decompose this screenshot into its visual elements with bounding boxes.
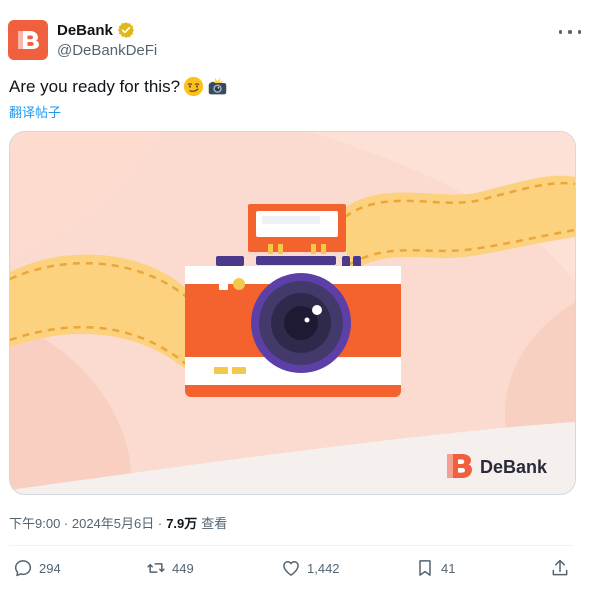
- tweet-media-image[interactable]: DeBank: [9, 131, 576, 495]
- divider: [9, 545, 574, 546]
- debank-brand-logo: [447, 454, 472, 478]
- views-count: 7.9万: [166, 516, 198, 531]
- author-handle[interactable]: @DeBankDeFi: [57, 42, 157, 59]
- more-icon[interactable]: [559, 24, 581, 40]
- share-icon: [552, 559, 568, 576]
- bookmark-icon: [419, 560, 431, 576]
- translate-post-link[interactable]: 翻译帖子: [9, 102, 61, 121]
- debank-brand-label: DeBank: [480, 457, 548, 477]
- retweet-icon: [147, 563, 165, 573]
- retweet-button[interactable]: 449: [146, 558, 194, 578]
- like-button[interactable]: 1,442: [281, 558, 340, 578]
- verified-badge-icon[interactable]: [117, 21, 135, 39]
- share-button[interactable]: [550, 558, 570, 578]
- camera-flash-emoji-icon: [208, 77, 227, 95]
- camera-illustration: [10, 132, 575, 494]
- smirk-emoji-icon: [183, 76, 204, 97]
- avatar[interactable]: [8, 20, 48, 60]
- reply-icon: [14, 560, 32, 577]
- tweet-text: Are you ready for this?: [9, 76, 228, 97]
- bookmark-count: 41: [441, 560, 456, 576]
- bookmark-button[interactable]: 41: [415, 558, 455, 578]
- author-name[interactable]: DeBank: [57, 22, 113, 39]
- tweet-meta: 下午9:00 · 2024年5月6日 · 7.9万 查看: [9, 513, 227, 532]
- tweet-text-body: Are you ready for this?: [9, 76, 181, 96]
- tweet: DeBank @DeBankDeFi Are you ready for thi…: [0, 0, 601, 594]
- like-count: 1,442: [307, 560, 340, 576]
- views-label: 查看: [201, 516, 228, 531]
- debank-logo-icon: [18, 31, 39, 49]
- tweet-timestamp[interactable]: 下午9:00 · 2024年5月6日 ·: [9, 513, 162, 532]
- reply-button[interactable]: 294: [13, 558, 61, 578]
- reply-count: 294: [39, 560, 61, 576]
- retweet-count: 449: [172, 560, 194, 576]
- author-row: DeBank: [57, 21, 135, 39]
- action-bar: 294 449 1,442 41: [0, 558, 601, 586]
- like-icon: [283, 561, 299, 576]
